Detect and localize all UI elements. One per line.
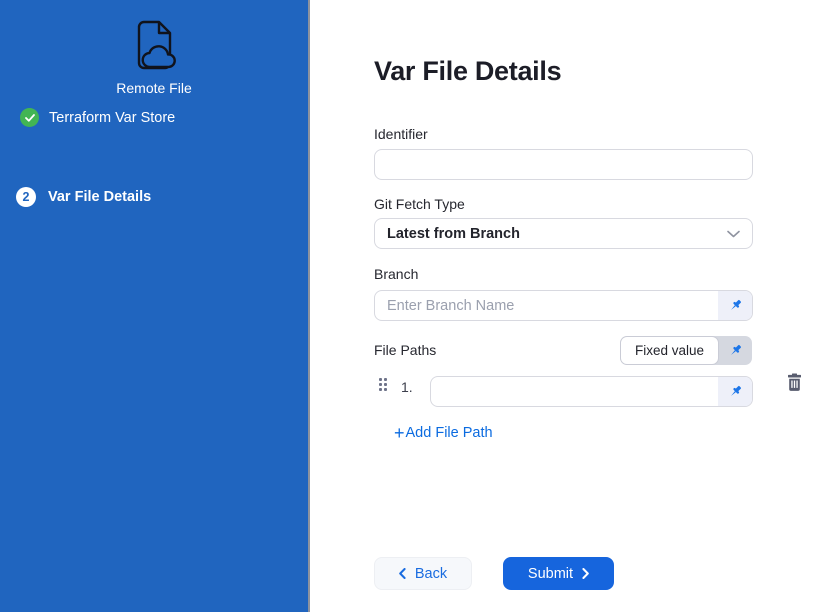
git-fetch-type-select[interactable]: Latest from Branch (374, 218, 753, 249)
remote-file-dialog: Remote File Terraform Var Store 2 Var Fi… (0, 0, 836, 612)
step-label: Var File Details (48, 189, 151, 205)
add-file-path-label: Add File Path (406, 425, 493, 441)
delete-row-button[interactable] (786, 373, 803, 395)
back-button-label: Back (415, 566, 447, 582)
file-path-row (430, 376, 753, 407)
remote-file-cloud-icon (130, 18, 178, 72)
check-circle-icon (20, 108, 39, 127)
branch-input[interactable] (375, 291, 718, 320)
pin-icon (728, 343, 743, 358)
identifier-input[interactable] (374, 149, 753, 180)
submit-button[interactable]: Submit (503, 557, 614, 590)
step-number-badge: 2 (16, 187, 36, 207)
fixed-value-button[interactable]: Fixed value (620, 336, 719, 365)
git-fetch-type-value: Latest from Branch (387, 226, 520, 242)
submit-button-label: Submit (528, 566, 573, 582)
add-file-path-link[interactable]: + Add File Path (394, 425, 493, 441)
wizard-sidebar: Remote File Terraform Var Store 2 Var Fi… (0, 0, 310, 612)
sidebar-step-var-file-details[interactable]: 2 Var File Details (16, 187, 151, 207)
branch-label: Branch (374, 266, 418, 282)
file-paths-pin-button[interactable] (719, 336, 752, 365)
row-number: 1. (401, 379, 413, 395)
step-label: Terraform Var Store (49, 110, 175, 126)
branch-input-wrap (374, 290, 753, 321)
store-type: Remote File (0, 18, 308, 96)
identifier-label: Identifier (374, 126, 428, 142)
file-path-input[interactable] (431, 377, 718, 406)
trash-icon (786, 373, 803, 392)
branch-pin-button[interactable] (718, 291, 752, 320)
file-path-pin-button[interactable] (718, 377, 752, 406)
drag-handle[interactable] (379, 378, 382, 381)
sidebar-step-terraform-var-store[interactable]: Terraform Var Store (20, 108, 175, 127)
git-fetch-type-label: Git Fetch Type (374, 196, 465, 212)
back-button[interactable]: Back (374, 557, 472, 590)
store-type-label: Remote File (0, 80, 308, 96)
chevron-left-icon (399, 568, 406, 579)
plus-icon: + (394, 426, 405, 440)
pin-icon (728, 298, 743, 313)
chevron-down-icon (727, 230, 740, 238)
file-paths-label: File Paths (374, 342, 436, 358)
file-paths-mode-group: Fixed value (620, 336, 752, 365)
pin-icon (728, 384, 743, 399)
page-title: Var File Details (374, 56, 561, 87)
chevron-right-icon (582, 568, 589, 579)
